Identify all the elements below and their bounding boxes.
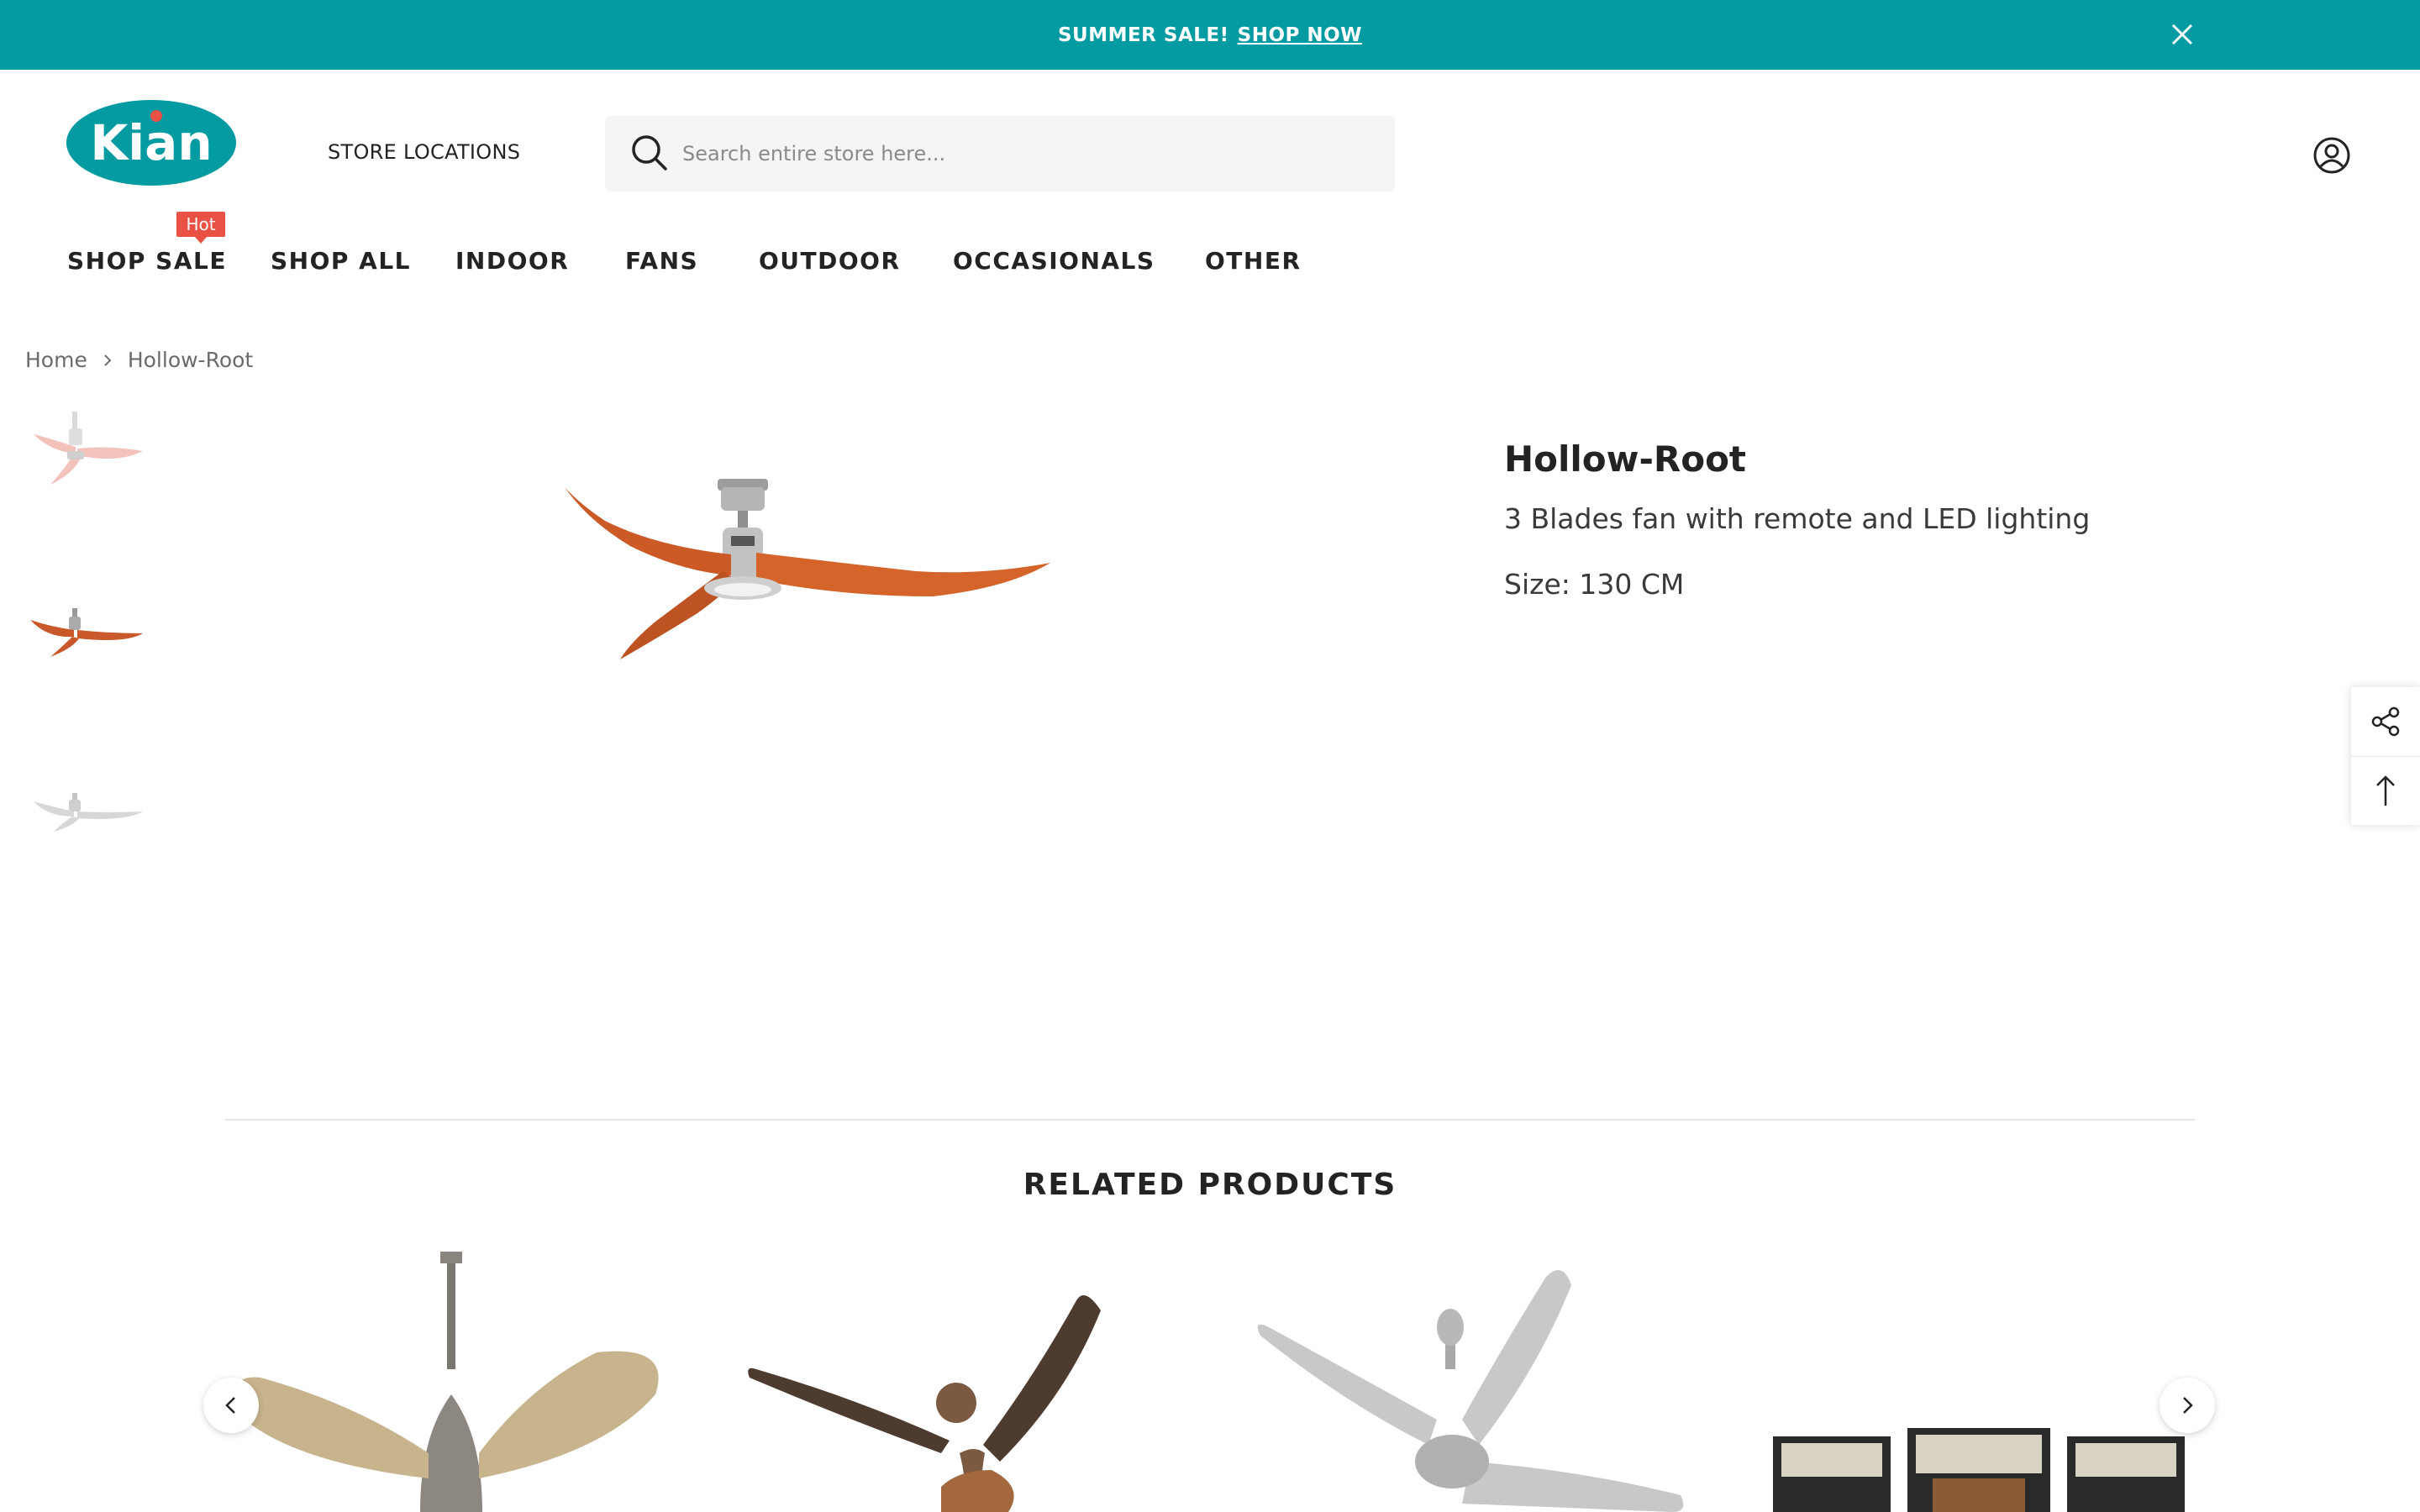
related-product-4[interactable]: [1756, 1252, 2227, 1512]
shop-now-link[interactable]: SHOP NOW: [1238, 24, 1362, 46]
product-size: Size: 130 CM: [1504, 568, 1685, 601]
breadcrumb-current: Hollow-Root: [127, 348, 254, 372]
breadcrumb: Home Hollow-Root: [25, 348, 253, 372]
account-icon[interactable]: [2312, 136, 2351, 175]
back-to-top-button[interactable]: [2351, 756, 2420, 825]
search-icon[interactable]: [629, 132, 671, 174]
hot-badge: Hot: [176, 212, 225, 244]
product-title: Hollow-Root: [1504, 438, 1747, 480]
nav-occasionals[interactable]: OCCASIONALS: [953, 247, 1155, 275]
chevron-left-icon: [225, 1397, 235, 1414]
section-divider: [225, 1119, 2195, 1121]
breadcrumb-home[interactable]: Home: [25, 348, 87, 372]
related-product-3[interactable]: [1244, 1252, 1714, 1512]
nav-fans[interactable]: FANS: [625, 247, 698, 275]
share-icon: [2371, 706, 2400, 737]
chevron-right-icon: [2183, 1397, 2193, 1414]
share-button[interactable]: [2351, 687, 2420, 756]
chevron-right-icon: [104, 354, 112, 366]
kian-logo[interactable]: Kian: [66, 99, 237, 186]
nav-outdoor[interactable]: OUTDOOR: [759, 247, 901, 275]
arrow-up-icon: [2376, 775, 2395, 806]
carousel-prev-button[interactable]: [203, 1378, 259, 1433]
related-products-title: RELATED PRODUCTS: [1023, 1168, 1397, 1202]
carousel-next-button[interactable]: [2160, 1378, 2215, 1433]
related-product-2[interactable]: [739, 1252, 1210, 1512]
logo-text: Kian: [90, 114, 212, 171]
announcement-content: SUMMER SALE! SHOP NOW: [0, 0, 2420, 70]
thumbnail-2[interactable]: [25, 580, 146, 689]
related-product-1[interactable]: [227, 1252, 697, 1512]
thumbnail-1[interactable]: [25, 405, 146, 514]
nav-shop-all[interactable]: SHOP ALL: [271, 247, 411, 275]
thumbnail-3[interactable]: [25, 756, 146, 865]
search-input[interactable]: [682, 124, 1371, 183]
product-description: 3 Blades fan with remote and LED lightin…: [1504, 502, 2091, 535]
close-icon[interactable]: [2166, 18, 2198, 50]
nav-indoor[interactable]: INDOOR: [455, 247, 569, 275]
announcement-text: SUMMER SALE!: [1057, 24, 1229, 46]
product-main-image[interactable]: [555, 454, 1059, 672]
nav-shop-sale[interactable]: SHOP SALE: [67, 247, 227, 275]
nav-other[interactable]: OTHER: [1205, 247, 1302, 275]
store-locations-link[interactable]: STORE LOCATIONS: [328, 140, 520, 164]
